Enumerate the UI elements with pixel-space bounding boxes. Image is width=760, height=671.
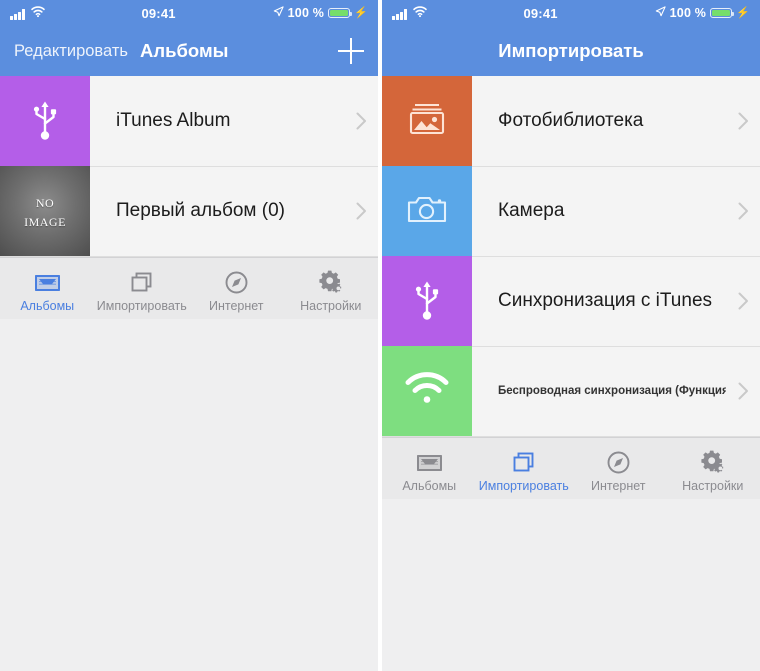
tab-label: Импортировать (96, 299, 187, 313)
usb-icon (28, 97, 62, 146)
wifi-icon (412, 6, 427, 20)
source-thumbnail-itunes-usb (382, 256, 472, 346)
compass-icon (224, 268, 249, 296)
photo-library-icon (407, 101, 447, 142)
tab-internet[interactable]: Интернет (571, 438, 666, 499)
source-thumbnail-camera (382, 166, 472, 256)
list-item[interactable]: Фотобиблиотека (382, 76, 760, 166)
list-item-label: Первый альбом (0) (116, 200, 285, 221)
chevron-right-icon (344, 76, 378, 166)
tab-label: Альбомы (402, 479, 457, 493)
navigation-bar-albums: Редактировать Альбомы (0, 26, 378, 76)
import-sources-list: Фотобиблиотека Камера Синхронизация с iT… (382, 76, 760, 437)
chevron-right-icon (726, 346, 760, 436)
battery-percent: 100 % (669, 6, 707, 20)
chevron-right-icon (726, 166, 760, 256)
copy-icon (511, 448, 537, 476)
tab-label: Интернет (208, 299, 264, 313)
no-image-line-1: No (35, 191, 55, 211)
no-image-line-2: Image (24, 211, 66, 230)
dual-phone-screenshot: 09:41 100 % ⚡ Редактировать Альбомы iTun… (0, 0, 760, 671)
status-time: 09:41 (141, 5, 176, 21)
source-thumbnail-photo-library (382, 76, 472, 166)
status-bar: 09:41 100 % ⚡ (382, 0, 760, 26)
battery-icon (328, 7, 353, 19)
list-item-label: Фотобиблиотека (498, 110, 644, 131)
tray-icon (416, 448, 443, 476)
list-item-label: Синхронизация с iTunes (498, 290, 713, 311)
signal-bars-icon (392, 9, 407, 20)
camera-icon (406, 192, 448, 230)
chevron-right-icon (726, 76, 760, 166)
navigation-bar-import: Импортировать (382, 26, 760, 76)
chevron-right-icon (726, 256, 760, 346)
battery-icon (710, 7, 735, 19)
chevron-right-icon (344, 166, 378, 256)
list-item-label: iTunes Album (116, 110, 231, 131)
battery-percent: 100 % (287, 6, 325, 20)
tab-albums[interactable]: Альбомы (382, 438, 477, 499)
gears-icon (699, 448, 727, 476)
source-thumbnail-wireless-sync (382, 346, 472, 436)
wifi-sync-icon (405, 371, 449, 411)
location-arrow-icon (655, 6, 666, 20)
charging-bolt-icon: ⚡ (736, 6, 750, 19)
list-item-label: Беспроводная синхронизация (Функция Prem… (498, 385, 726, 397)
usb-icon (410, 277, 444, 326)
page-title: Альбомы (139, 40, 229, 61)
tray-icon (34, 268, 61, 296)
list-item-label: Камера (498, 200, 565, 221)
charging-bolt-icon: ⚡ (354, 6, 368, 19)
tab-bar: Альбомы Импортировать Интернет Настройки (382, 437, 760, 499)
signal-bars-icon (10, 9, 25, 20)
tab-label: Альбомы (20, 299, 75, 313)
tab-label: Интернет (590, 479, 646, 493)
album-thumbnail-usb (0, 76, 90, 166)
tab-label: Импортировать (478, 479, 569, 493)
album-thumbnail-no-image: No Image (0, 166, 90, 256)
tab-albums[interactable]: Альбомы (0, 258, 95, 319)
tab-import[interactable]: Импортировать (95, 258, 190, 319)
tab-bar: Альбомы Импортировать Интернет Настройки (0, 257, 378, 319)
list-item[interactable]: Камера (382, 166, 760, 256)
tab-internet[interactable]: Интернет (189, 258, 284, 319)
gears-icon (317, 268, 345, 296)
page-title: Импортировать (498, 40, 644, 61)
edit-button[interactable]: Редактировать (14, 42, 128, 61)
phone-screen-import: 09:41 100 % ⚡ Импортировать Фотобиблиоте… (380, 0, 760, 671)
compass-icon (606, 448, 631, 476)
tab-settings[interactable]: Настройки (666, 438, 760, 499)
tab-import[interactable]: Импортировать (477, 438, 572, 499)
phone-screen-albums: 09:41 100 % ⚡ Редактировать Альбомы iTun… (0, 0, 380, 671)
wifi-icon (30, 6, 45, 20)
status-bar: 09:41 100 % ⚡ (0, 0, 378, 26)
albums-list: iTunes Album No Image Первый альбом (0) (0, 76, 378, 257)
list-item[interactable]: Беспроводная синхронизация (Функция Prem… (382, 346, 760, 436)
list-item[interactable]: Синхронизация с iTunes (382, 256, 760, 346)
tab-settings[interactable]: Настройки (284, 258, 379, 319)
tab-label: Настройки (300, 299, 362, 313)
location-arrow-icon (273, 6, 284, 20)
copy-icon (129, 268, 155, 296)
list-item[interactable]: iTunes Album (0, 76, 378, 166)
plus-icon[interactable] (338, 38, 364, 64)
status-time: 09:41 (523, 5, 558, 21)
list-item[interactable]: No Image Первый альбом (0) (0, 166, 378, 256)
tab-label: Настройки (682, 479, 744, 493)
